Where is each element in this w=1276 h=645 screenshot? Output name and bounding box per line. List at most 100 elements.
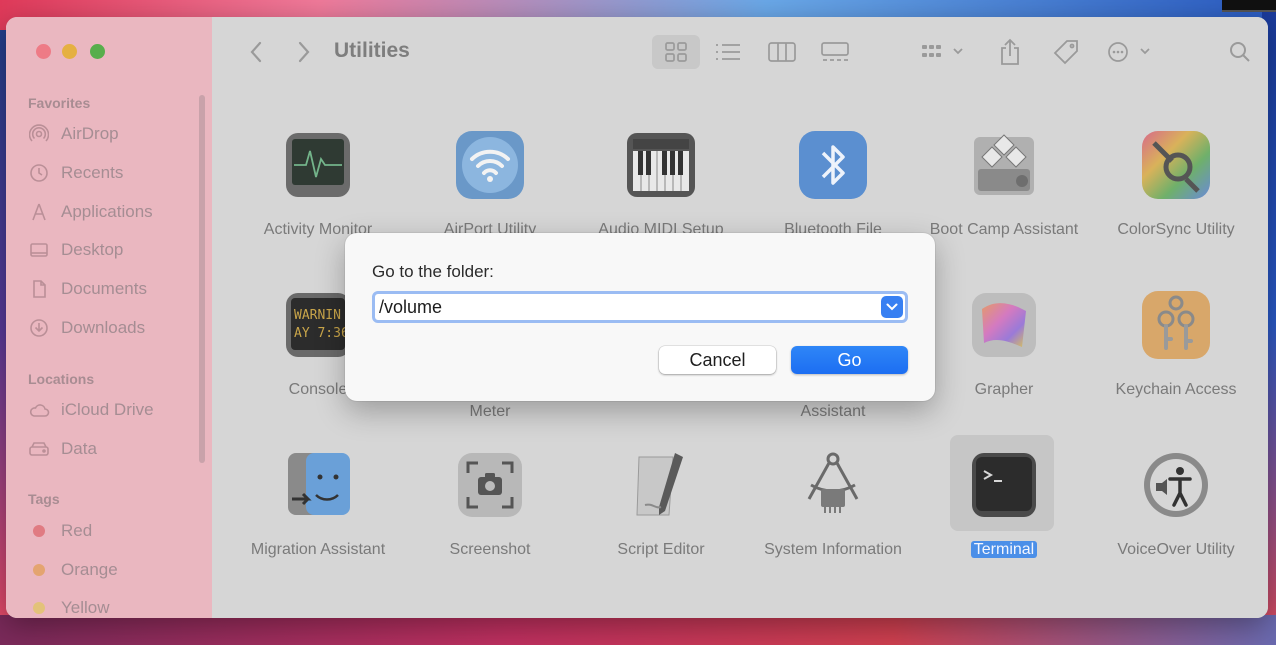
drive-icon: [28, 439, 50, 459]
terminal-icon: [968, 449, 1040, 521]
sidebar-item-label: Applications: [61, 202, 153, 221]
sidebar-scrollbar[interactable]: [199, 95, 205, 463]
sidebar-item-downloads[interactable]: Downloads: [28, 316, 145, 340]
migration-icon: [282, 449, 354, 521]
dialog-title: Go to the folder:: [372, 262, 494, 281]
sidebar-item-label: Documents: [61, 279, 147, 298]
app-label: Migration Assistant: [250, 541, 386, 558]
sidebar-item-label: Downloads: [61, 318, 146, 337]
app-voiceover-utility[interactable]: VoiceOver Utility: [1091, 449, 1261, 561]
applications-icon: [28, 202, 50, 222]
app-script-editor[interactable]: Script Editor: [576, 449, 746, 561]
app-activity-monitor[interactable]: Activity Monitor: [233, 129, 403, 241]
back-icon[interactable]: [244, 39, 268, 65]
sidebar-item-label: Yellow: [61, 598, 110, 617]
sidebar-tag-orange[interactable]: Orange: [28, 558, 118, 582]
keychain-icon: [1140, 289, 1212, 361]
sidebar-item-documents[interactable]: Documents: [28, 277, 147, 301]
sidebar: Favorites AirDrop Recents Applications D…: [6, 17, 212, 618]
gallery-view-icon[interactable]: [820, 39, 850, 65]
audio-midi-setup-icon: [625, 129, 697, 201]
colorsync-icon: [1140, 129, 1212, 201]
clock-icon: [28, 163, 50, 183]
forward-icon[interactable]: [292, 39, 316, 65]
group-icon[interactable]: [920, 39, 966, 65]
desktop-icon: [28, 240, 50, 260]
airport-utility-icon: [454, 129, 526, 201]
selected-label: Terminal: [970, 541, 1038, 558]
icon-view-icon[interactable]: [664, 39, 688, 65]
app-grapher[interactable]: Grapher: [919, 289, 1089, 401]
app-label: Keychain Access: [1115, 381, 1237, 398]
app-label: System Information: [764, 541, 902, 558]
app-airport-utility[interactable]: AirPort Utility: [405, 129, 575, 241]
search-icon[interactable]: [1228, 39, 1252, 65]
voiceover-icon: [1140, 449, 1212, 521]
document-icon: [28, 279, 50, 299]
app-migration-assistant[interactable]: Migration Assistant: [233, 449, 403, 561]
sidebar-section-tags: Tags: [28, 491, 60, 507]
share-icon[interactable]: [998, 38, 1022, 65]
app-bluetooth-file-exchange[interactable]: Bluetooth File: [748, 129, 918, 241]
app-terminal[interactable]: Terminal: [919, 449, 1089, 561]
app-label: Screenshot: [449, 541, 531, 558]
minimize-button[interactable]: [62, 44, 77, 59]
app-keychain-access[interactable]: Keychain Access: [1091, 289, 1261, 401]
tag-color-dot: [33, 525, 45, 537]
airdrop-icon: [28, 124, 50, 144]
app-boot-camp-assistant[interactable]: Boot Camp Assistant: [919, 129, 1089, 241]
more-icon[interactable]: [1106, 39, 1152, 65]
sidebar-item-label: Recents: [61, 163, 124, 182]
folder-path-field[interactable]: [372, 291, 908, 323]
svg-text:AY 7:36: AY 7:36: [294, 326, 349, 341]
screenshot-icon: [454, 449, 526, 521]
sidebar-tag-yellow[interactable]: Yellow: [28, 596, 110, 618]
path-history-dropdown[interactable]: [881, 296, 903, 318]
svg-text:WARNIN: WARNIN: [294, 308, 341, 323]
app-label: Grapher: [974, 381, 1034, 398]
sidebar-item-label: iCloud Drive: [61, 400, 154, 419]
sidebar-item-data[interactable]: Data: [28, 437, 97, 461]
sidebar-section-locations: Locations: [28, 371, 95, 387]
sidebar-item-applications[interactable]: Applications: [28, 200, 153, 224]
app-label: Script Editor: [617, 541, 705, 558]
chevron-down-icon: [886, 303, 898, 311]
tag-icon[interactable]: [1052, 39, 1080, 65]
close-button[interactable]: [36, 44, 51, 59]
activity-monitor-icon: [282, 129, 354, 201]
screen-thumbnail: [1222, 0, 1276, 12]
go-to-folder-dialog: Go to the folder: Cancel Go: [345, 233, 935, 401]
folder-path-input[interactable]: [375, 296, 905, 318]
sidebar-section-favorites: Favorites: [28, 95, 91, 111]
cancel-button[interactable]: Cancel: [659, 346, 776, 374]
go-button[interactable]: Go: [791, 346, 908, 374]
boot-camp-icon: [968, 129, 1040, 201]
app-screenshot[interactable]: Screenshot: [405, 449, 575, 561]
sidebar-item-icloud-drive[interactable]: iCloud Drive: [28, 398, 154, 422]
sidebar-item-label: Orange: [61, 560, 118, 579]
app-audio-midi-setup[interactable]: Audio MIDI Setup: [576, 129, 746, 241]
app-colorsync-utility[interactable]: ColorSync Utility: [1091, 129, 1261, 241]
script-editor-icon: [625, 449, 697, 521]
system-information-icon: [797, 449, 869, 521]
grapher-icon: [968, 289, 1040, 361]
desktop-wallpaper-bottom: [0, 615, 1276, 645]
sidebar-item-label: Desktop: [61, 240, 124, 259]
sidebar-item-airdrop[interactable]: AirDrop: [28, 122, 119, 146]
download-icon: [28, 318, 50, 338]
tag-color-dot: [33, 564, 45, 576]
sidebar-item-desktop[interactable]: Desktop: [28, 238, 123, 262]
app-label: VoiceOver Utility: [1117, 541, 1235, 558]
sidebar-item-recents[interactable]: Recents: [28, 161, 123, 185]
app-label: Assistant: [800, 403, 866, 420]
zoom-button[interactable]: [90, 44, 105, 59]
cloud-icon: [28, 400, 50, 420]
app-system-information[interactable]: System Information: [748, 449, 918, 561]
sidebar-tag-red[interactable]: Red: [28, 519, 92, 543]
list-view-icon[interactable]: [714, 39, 742, 65]
sidebar-item-label: Data: [61, 439, 97, 458]
app-label: Boot Camp Assistant: [929, 221, 1079, 238]
column-view-icon[interactable]: [768, 39, 796, 65]
window-title: Utilities: [334, 39, 410, 62]
sidebar-item-label: AirDrop: [61, 124, 119, 143]
